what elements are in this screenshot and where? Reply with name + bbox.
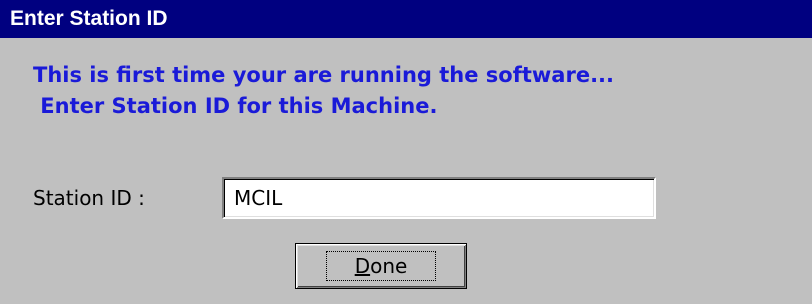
dialog-window: Enter Station ID This is first time your… (0, 0, 812, 304)
message-line-2: Enter Station ID for this Machine. (33, 94, 438, 118)
done-label-rest: one (370, 254, 408, 278)
title-bar[interactable]: Enter Station ID (0, 0, 812, 38)
station-id-label: Station ID : (33, 186, 145, 210)
window-title: Enter Station ID (10, 7, 168, 30)
done-button[interactable]: Done (295, 243, 467, 289)
instruction-message: This is first time your are running the … (33, 60, 614, 122)
message-line-1: This is first time your are running the … (33, 63, 614, 87)
done-button-label: Done (325, 251, 437, 281)
done-mnemonic: D (354, 254, 371, 278)
station-id-input[interactable] (222, 177, 656, 219)
